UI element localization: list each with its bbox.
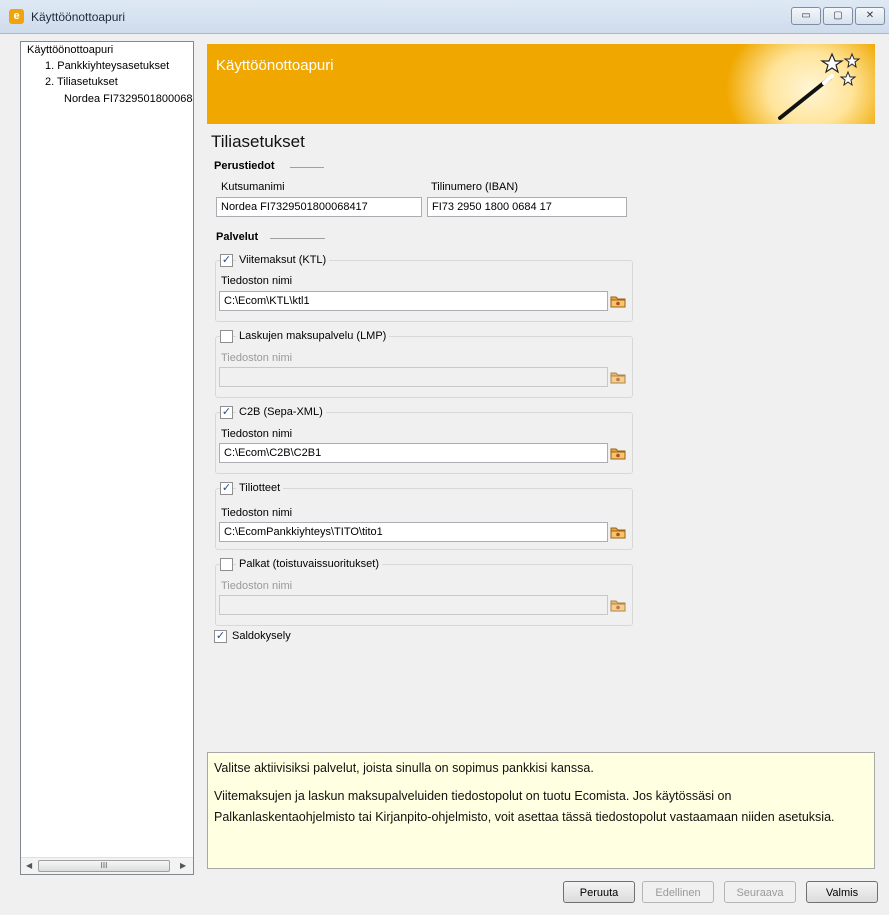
close-button[interactable]: ✕ xyxy=(855,7,885,25)
statements-file-input[interactable]: C:\EcomPankkiyhteys\TITO\tito1 xyxy=(219,522,608,542)
c2b-label: C2B (Sepa-XML) xyxy=(236,406,326,418)
ktl-file-label: Tiedoston nimi xyxy=(221,275,293,287)
folder-icon[interactable] xyxy=(609,523,627,541)
folder-icon[interactable] xyxy=(609,368,627,386)
c2b-file-input[interactable]: C:\Ecom\C2B\C2B1 xyxy=(219,443,608,463)
tree-item-bank-settings[interactable]: 1. Pankkiyhteysasetukset xyxy=(45,60,169,72)
folder-icon[interactable] xyxy=(609,292,627,310)
c2b-file-label: Tiedoston nimi xyxy=(221,428,293,440)
section-heading-services: Palvelut xyxy=(216,231,259,243)
scroll-right-icon[interactable]: ▶ xyxy=(180,861,186,870)
minimize-button[interactable]: ▭ xyxy=(791,7,821,25)
salaries-file-label: Tiedoston nimi xyxy=(221,580,293,592)
info-text-1: Valitse aktiivisiksi palvelut, joista si… xyxy=(214,761,594,775)
info-text-2: Viitemaksujen ja laskun maksupalveluiden… xyxy=(214,789,835,824)
tree-item-account-settings[interactable]: 2. Tiliasetukset xyxy=(45,76,118,88)
app-icon: e xyxy=(9,9,24,24)
ktl-file-input[interactable]: C:\Ecom\KTL\ktl1 xyxy=(219,291,608,311)
balance-query-checkbox[interactable]: ✓ xyxy=(214,630,227,643)
lmp-label: Laskujen maksupalvelu (LMP) xyxy=(236,330,390,342)
folder-icon[interactable] xyxy=(609,444,627,462)
salaries-file-input[interactable] xyxy=(219,595,608,615)
lmp-file-label: Tiedoston nimi xyxy=(221,352,293,364)
balance-query-label: Saldokysely xyxy=(232,630,291,642)
cancel-button[interactable]: Peruuta xyxy=(563,881,635,903)
section-divider xyxy=(290,167,324,168)
ktl-label: Viitemaksut (KTL) xyxy=(236,254,330,266)
folder-icon[interactable] xyxy=(609,596,627,614)
page-title: Tiliasetukset xyxy=(211,132,305,151)
nickname-input[interactable]: Nordea FI7329501800068417 xyxy=(216,197,422,217)
previous-button[interactable]: Edellinen xyxy=(642,881,714,903)
statements-checkbox[interactable]: ✓ xyxy=(220,482,233,495)
scroll-left-icon[interactable]: ◀ xyxy=(26,861,32,870)
iban-input[interactable]: FI73 2950 1800 0684 17 xyxy=(427,197,627,217)
info-box: Valitse aktiivisiksi palvelut, joista si… xyxy=(207,752,875,869)
lmp-checkbox[interactable] xyxy=(220,330,233,343)
c2b-checkbox[interactable]: ✓ xyxy=(220,406,233,419)
scroll-thumb[interactable]: III xyxy=(38,860,170,872)
lmp-file-input[interactable] xyxy=(219,367,608,387)
next-button[interactable]: Seuraava xyxy=(724,881,796,903)
salaries-checkbox[interactable] xyxy=(220,558,233,571)
section-heading-basic: Perustiedot xyxy=(214,160,275,172)
tree-item-account[interactable]: Nordea FI7329501800068417 xyxy=(64,93,193,105)
tree-item-root[interactable]: Käyttöönottoapuri xyxy=(27,44,113,56)
maximize-button[interactable]: ▢ xyxy=(823,7,853,25)
title-bar: e Käyttöönottoapuri ▭ ▢ ✕ xyxy=(0,0,889,34)
window-title: Käyttöönottoapuri xyxy=(31,10,126,24)
window-controls: ▭ ▢ ✕ xyxy=(791,7,887,25)
banner-title: Käyttöönottoapuri xyxy=(216,57,334,74)
salaries-label: Palkat (toistuvaissuoritukset) xyxy=(236,558,382,570)
ktl-checkbox[interactable]: ✓ xyxy=(220,254,233,267)
magic-wand-icon xyxy=(778,52,861,120)
nickname-label: Kutsumanimi xyxy=(221,181,285,193)
iban-label: Tilinumero (IBAN) xyxy=(431,181,518,193)
navigation-tree[interactable]: Käyttöönottoapuri 1. Pankkiyhteysasetuks… xyxy=(20,41,194,875)
statements-label: Tiliotteet xyxy=(236,482,284,494)
finish-button[interactable]: Valmis xyxy=(806,881,878,903)
header-banner: Käyttöönottoapuri xyxy=(207,44,875,124)
statements-file-label: Tiedoston nimi xyxy=(221,507,293,519)
section-divider xyxy=(270,238,325,239)
horizontal-scrollbar[interactable]: ◀ III ▶ xyxy=(21,857,193,874)
